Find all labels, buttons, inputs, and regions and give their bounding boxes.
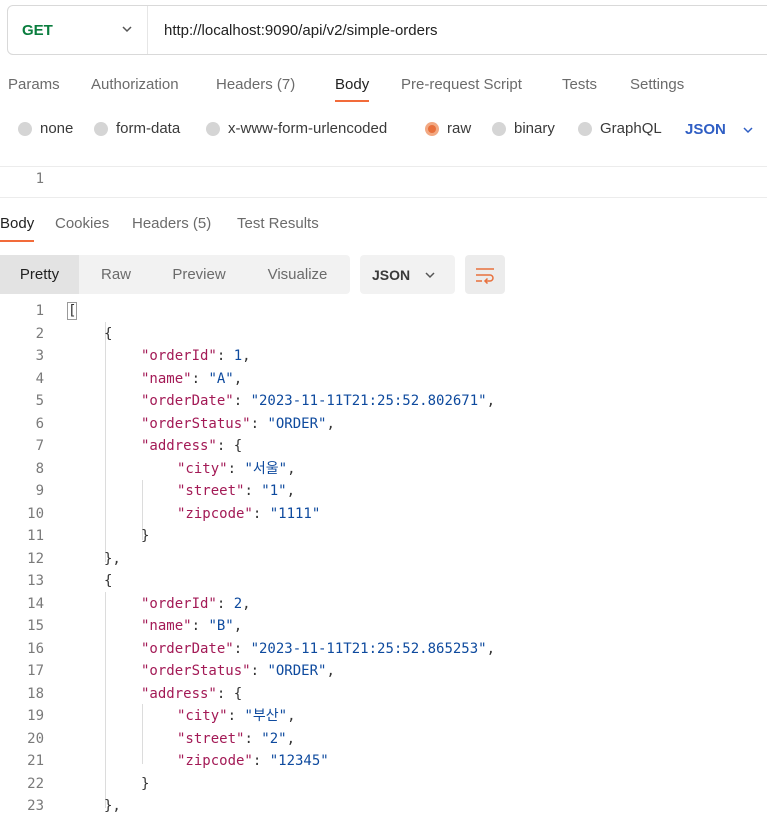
code-line: 11} [27,528,150,544]
radio-label: GraphQL [600,120,662,137]
response-tab-body[interactable]: Body [0,215,35,242]
tab-pre-request-script[interactable]: Pre-request Script [401,76,522,93]
radio-selected-icon [425,121,439,136]
url-input[interactable]: http://localhost:9090/api/v2/simple-orde… [148,22,437,39]
code-line: 7 "address": { [35,438,243,454]
radio-label: binary [514,120,555,137]
radio-circle-icon [206,121,220,136]
chevron-down-icon [425,271,435,278]
view-pretty-button[interactable]: Pretty [0,255,79,294]
code-line: 5 "orderDate": "2023-11-11T21:25:52.80267… [35,393,496,409]
response-format-label: JSON [372,266,411,283]
radio-none[interactable]: none [18,120,73,137]
tab-params[interactable]: Params [8,76,60,93]
radio-label: none [40,120,74,137]
body-type-options: none form-data x-www-form-urlencoded raw… [0,120,767,144]
radio-x-www-form-urlencoded[interactable]: x-www-form-urlencoded [206,120,387,137]
method-label: GET [22,21,53,39]
view-raw-button[interactable]: Raw [79,255,153,294]
code-line: 16 "orderDate": "2023-11-11T21:25:52.8652… [27,640,496,657]
code-line: 10 "zipcode": "1111" [27,505,321,522]
radio-circle-icon [492,121,506,136]
line-number: 1 [35,171,44,187]
response-tab-headers[interactable]: Headers (5) [132,215,211,232]
code-line: 15 "name": "B", [27,618,243,634]
method-select[interactable]: GET [8,6,148,54]
wrap-lines-icon [476,267,494,284]
code-line: 8 "city": "서울", [35,460,296,477]
code-line: 1[ [35,302,78,320]
response-tab-test-results[interactable]: Test Results [237,215,319,232]
request-url-bar: GET http://localhost:9090/api/v2/simple-… [7,5,767,55]
response-tab-cookies[interactable]: Cookies [55,215,109,232]
code-line: 3 "orderId": 1, [35,348,251,364]
tab-settings[interactable]: Settings [630,76,684,93]
radio-circle-icon [578,121,592,136]
view-preview-button[interactable]: Preview [153,255,245,294]
code-line: 17 "orderStatus": "ORDER", [27,663,335,679]
body-format-label: JSON [685,121,726,138]
radio-circle-icon [94,121,108,136]
tab-headers[interactable]: Headers (7) [216,76,295,93]
code-line: 13{ [27,573,113,589]
code-line: 2{ [35,325,113,342]
code-line: 23}, [27,798,121,814]
code-line: 4 "name": "A", [35,370,243,387]
code-line: 21 "zipcode": "12345" [27,753,329,769]
code-line: 6 "orderStatus": "ORDER", [35,415,335,432]
response-format-select[interactable]: JSON [360,255,455,294]
chevron-down-icon [122,26,132,33]
wrap-lines-button[interactable] [465,255,505,294]
radio-label: raw [447,120,472,137]
chevron-down-icon [743,126,753,133]
code-line: 18 "address": { [27,685,243,702]
body-format-select[interactable]: JSON [685,121,754,138]
radio-label: form-data [116,120,181,137]
code-line: 20 "street": "2", [27,730,296,747]
code-line: 22} [27,775,150,792]
radio-raw[interactable]: raw [425,120,471,137]
radio-form-data[interactable]: form-data [94,120,180,137]
radio-graphql[interactable]: GraphQL [578,120,662,137]
response-body-viewer[interactable]: 1[ 2{ 3 "orderId": 1, 4 "name": "A", 5 "ord… [0,300,767,814]
tab-body[interactable]: Body [335,76,370,102]
radio-label: x-www-form-urlencoded [228,120,388,137]
radio-circle-icon [18,121,32,136]
code-line: 9 "street": "1", [35,483,296,499]
tab-tests[interactable]: Tests [562,76,597,93]
code-line: 14 "orderId": 2, [27,595,251,612]
code-line: 12}, [27,550,121,567]
request-body-editor[interactable]: 1 [0,166,767,198]
code-line: 19 "city": "부산", [27,708,296,724]
view-mode-toggle: Pretty Raw Preview Visualize [0,255,350,294]
radio-binary[interactable]: binary [492,120,555,137]
tab-authorization[interactable]: Authorization [91,76,179,93]
view-visualize-button[interactable]: Visualize [245,255,350,294]
